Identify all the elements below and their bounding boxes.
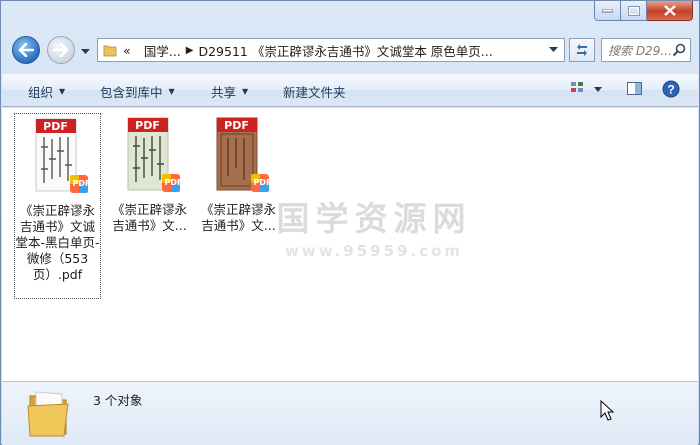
watermark-title: 国学资源网 (276, 199, 472, 238)
refresh-button[interactable] (569, 38, 595, 62)
breadcrumb-item-current[interactable]: D29511 《崇正辟谬永吉通书》文诚堂本 原色单页... (198, 41, 492, 60)
address-bar[interactable]: « 国学... ▶ D29511 《崇正辟谬永吉通书》文诚堂本 原色单页... (97, 38, 565, 62)
pdf-thumbnail: PDF PDF (207, 116, 271, 196)
folder-icon (27, 391, 69, 437)
breadcrumb-item-root[interactable]: 国学... (144, 41, 181, 60)
pdf-badge: PDF (135, 119, 160, 132)
file-item[interactable]: PDF PDF 《崇正辟谬永吉通书》文... (106, 113, 193, 236)
recent-pages-dropdown[interactable] (81, 44, 90, 58)
share-menu[interactable]: 共享 ▼ (211, 82, 248, 101)
close-button[interactable] (647, 1, 693, 21)
arrow-left-icon (18, 43, 34, 57)
organize-menu[interactable]: 组织 ▼ (28, 82, 65, 101)
pdf-badge: PDF (224, 119, 249, 132)
file-item[interactable]: PDF PDF 《崇正辟谬永吉通书》文... (195, 113, 282, 236)
pdf-app-badge: PDF (164, 178, 183, 187)
pdf-thumbnail: PDF PDF (26, 117, 90, 197)
file-name: 《崇正辟谬永吉通书》文... (111, 202, 187, 233)
include-in-library-label: 包含到库中 (100, 85, 163, 100)
forward-button[interactable] (47, 36, 75, 64)
file-name: 《崇正辟谬永吉通书》文... (200, 202, 276, 233)
new-folder-label: 新建文件夹 (283, 85, 346, 100)
search-placeholder: 搜索 D29... (608, 43, 672, 58)
pdf-app-badge: PDF (72, 179, 91, 188)
chevron-down-icon[interactable] (549, 47, 558, 53)
search-icon (672, 43, 686, 57)
maximize-button[interactable] (621, 1, 647, 21)
view-options-icon (571, 82, 602, 92)
include-in-library-menu[interactable]: 包含到库中 ▼ (100, 82, 175, 101)
file-item[interactable]: PDF PDF 《崇正辟谬永吉通书》文诚堂本-黑白单页-微修（553页）.pdf (14, 113, 101, 299)
preview-pane-icon (627, 82, 642, 95)
pdf-app-badge: PDF (253, 178, 272, 187)
close-icon (663, 5, 676, 16)
maximize-icon (627, 5, 640, 16)
search-input[interactable]: 搜索 D29... (601, 38, 691, 62)
mouse-cursor-icon (600, 400, 614, 421)
refresh-icon (577, 44, 587, 56)
organize-label: 组织 (28, 85, 54, 100)
minimize-button[interactable] (594, 1, 621, 21)
watermark: 国学资源网 www.95959.com (264, 192, 484, 262)
chevron-down-icon: ▼ (242, 87, 249, 96)
breadcrumb-spacer (136, 45, 139, 56)
navigation-row: « 国学... ▶ D29511 《崇正辟谬永吉通书》文诚堂本 原色单页... … (9, 34, 691, 64)
caption-buttons (594, 1, 693, 21)
back-button[interactable] (12, 36, 40, 64)
details-pane: 3 个对象 (2, 381, 698, 445)
chevron-down-icon: ▼ (168, 87, 175, 96)
help-button[interactable]: ? (662, 80, 680, 101)
pdf-badge: PDF (43, 120, 68, 133)
explorer-window: « 国学... ▶ D29511 《崇正辟谬永吉通书》文诚堂本 原色单页... … (0, 0, 700, 445)
pdf-thumbnail: PDF PDF (118, 116, 182, 196)
help-icon: ? (662, 80, 680, 98)
folder-icon (103, 45, 117, 57)
command-bar: 组织 ▼ 包含到库中 ▼ 共享 ▼ 新建文件夹 ? (2, 74, 698, 107)
file-name: 《崇正辟谬永吉通书》文诚堂本-黑白单页-微修（553页）.pdf (15, 203, 100, 282)
change-view-button[interactable] (570, 80, 606, 101)
watermark-subtitle: www.95959.com (284, 242, 464, 260)
svg-text:?: ? (667, 83, 674, 97)
chevron-down-icon: ▼ (59, 87, 66, 96)
share-label: 共享 (211, 85, 237, 100)
preview-pane-button[interactable] (626, 80, 644, 101)
file-list-view[interactable]: PDF PDF 《崇正辟谬永吉通书》文诚堂本-黑白单页-微修（553页）.pdf (2, 108, 698, 381)
minimize-icon (602, 8, 613, 12)
chevron-down-icon (81, 49, 90, 54)
new-folder-button[interactable]: 新建文件夹 (283, 82, 346, 101)
item-count: 3 个对象 (93, 393, 143, 408)
breadcrumb-separator-icon[interactable]: ▶ (186, 45, 194, 56)
breadcrumb-overflow[interactable]: « (123, 43, 131, 58)
arrow-right-icon (53, 43, 69, 57)
